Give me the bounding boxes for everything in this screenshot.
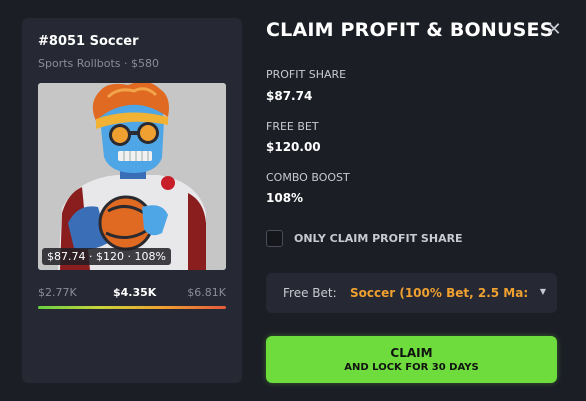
claim-button-label: CLAIM	[390, 346, 433, 360]
only-claim-profit-label[interactable]: ONLY CLAIM PROFIT SHARE	[294, 232, 463, 245]
value-range: $2.77K $4.35K $6.81K	[38, 286, 226, 300]
profit-share-value: $87.74	[266, 89, 313, 103]
only-claim-profit-checkbox[interactable]	[266, 230, 283, 247]
free-bet-label: FREE BET	[266, 120, 319, 133]
combo-boost-value: 108%	[266, 191, 304, 205]
nft-title: #8051 Soccer	[38, 34, 139, 49]
free-bet-dropdown-value: Soccer (100% Bet, 2.5 Ma:	[350, 286, 529, 300]
profit-share-label: PROFIT SHARE	[266, 68, 347, 81]
free-bet-value: $120.00	[266, 140, 321, 154]
range-current: $4.35K	[113, 286, 157, 299]
claim-button-sublabel: AND LOCK FOR 30 DAYS	[344, 362, 479, 373]
close-icon[interactable]: ✕	[546, 20, 562, 40]
nft-subtitle: Sports Rollbots · $580	[38, 57, 159, 70]
range-min: $2.77K	[38, 286, 77, 299]
free-bet-dropdown-label: Free Bet:	[283, 286, 337, 300]
nft-image: $87.74 · $120 · 108%	[38, 83, 226, 270]
range-gradient-bar	[38, 306, 226, 309]
panel-title: CLAIM PROFIT & BONUSES	[266, 19, 554, 41]
free-bet-dropdown[interactable]: Free Bet: Soccer (100% Bet, 2.5 Ma: ▼	[266, 273, 557, 313]
nft-card: #8051 Soccer Sports Rollbots · $580 $87.…	[22, 18, 242, 383]
chevron-down-icon: ▼	[539, 287, 546, 296]
nft-stats-badge: $87.74 · $120 · 108%	[42, 248, 171, 265]
claim-button[interactable]: CLAIM AND LOCK FOR 30 DAYS	[266, 336, 557, 383]
combo-boost-label: COMBO BOOST	[266, 171, 350, 184]
rollbot-illustration	[38, 83, 226, 270]
range-max: $6.81K	[187, 286, 226, 299]
